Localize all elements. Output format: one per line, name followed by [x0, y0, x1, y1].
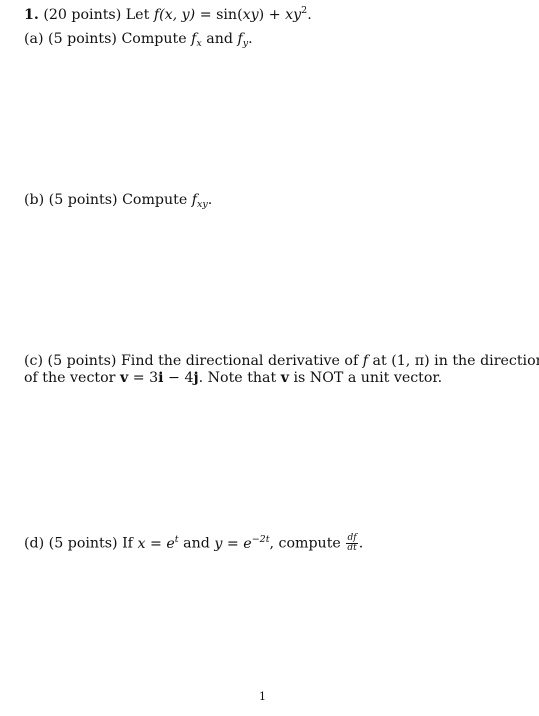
part-d-x-def: x = et	[137, 533, 179, 552]
part-c-points: (5 points)	[47, 353, 117, 369]
part-d-y-def: y = e−2t	[214, 533, 270, 552]
part-c-v: v	[280, 370, 289, 386]
part-b-label: (b)	[24, 192, 45, 208]
part-c-point: (1, π)	[391, 353, 430, 369]
part-a-and: and	[206, 31, 233, 47]
part-a-fx: fx	[191, 31, 202, 49]
part-c-at: at	[372, 353, 387, 369]
part-a-period: .	[248, 31, 253, 47]
part-d-derivative: df dt	[346, 533, 358, 553]
problem-points: (20 points)	[43, 7, 122, 23]
part-c-text-2: in the direction	[434, 353, 539, 369]
part-d-and: and	[183, 535, 210, 552]
problem-number: 1.	[24, 7, 39, 23]
problem-intro: Let	[125, 7, 150, 23]
part-d: (d) (5 points) If x = et and y = e−2t, c…	[24, 534, 363, 553]
function-definition: f(x, y) = sin(xy) + xy2.	[153, 5, 312, 23]
part-a-points: (5 points)	[48, 31, 117, 47]
part-d-period: .	[358, 535, 364, 552]
part-c-text-1: Find the directional derivative of	[120, 353, 359, 369]
part-c-line-1: (c) (5 points) Find the directional deri…	[24, 353, 539, 370]
part-c-text-5: is NOT a unit vector.	[293, 370, 443, 386]
part-a-fy: fy	[237, 31, 249, 49]
part-d-compute: , compute	[269, 535, 341, 552]
part-c-line-2: of the vector v = 3i − 4j. Note that v i…	[24, 370, 442, 387]
part-a-text: Compute	[121, 31, 187, 47]
part-d-points: (5 points)	[48, 535, 118, 552]
part-b-fxy: fxy	[191, 192, 208, 210]
part-b-period: .	[207, 192, 213, 208]
problem-header: 1. (20 points) Let f(x, y) = sin(xy) + x…	[24, 5, 312, 24]
part-d-if: If	[122, 535, 133, 552]
part-b: (b) (5 points) Compute fxy.	[24, 192, 212, 209]
part-c-text-4: . Note that	[198, 370, 277, 386]
part-c-f: f	[362, 353, 368, 369]
page-number: 1	[259, 690, 266, 703]
part-a-label: (a)	[24, 31, 44, 47]
part-c-label: (c)	[24, 353, 44, 369]
part-a: (a) (5 points) Compute fx and fy.	[24, 31, 253, 48]
part-c-text-3: of the vector	[24, 370, 116, 386]
part-b-points: (5 points)	[48, 192, 118, 208]
part-b-text: Compute	[122, 192, 188, 208]
part-c-vector: v = 3i − 4j	[119, 370, 199, 386]
part-d-label: (d)	[24, 535, 45, 552]
